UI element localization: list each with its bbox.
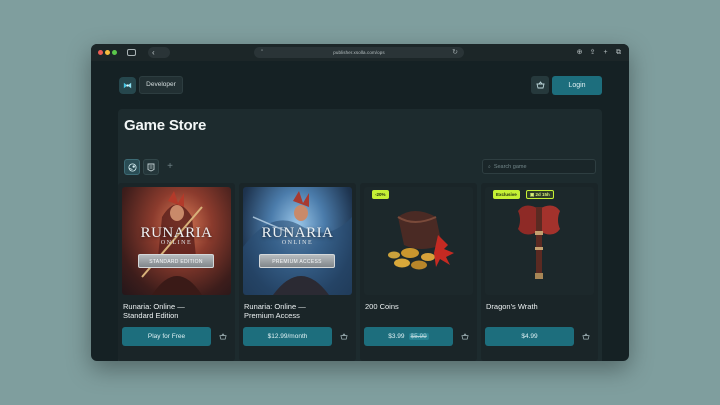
axe-artwork xyxy=(518,205,560,279)
epic-icon xyxy=(147,163,155,172)
search-input[interactable] xyxy=(493,163,589,170)
product-name-line: Runaria: Online — xyxy=(123,302,185,311)
old-price: $5.99 xyxy=(408,333,429,340)
basket-icon xyxy=(535,81,545,89)
xsolla-logo[interactable] xyxy=(119,77,136,94)
lock-icon: ▫ xyxy=(261,48,264,54)
steam-icon xyxy=(127,162,137,172)
search-box[interactable]: ⌕ xyxy=(482,159,596,174)
address-bar[interactable]: ▫ publisher.xsolla.com/ops ↻ xyxy=(254,47,464,58)
timer-text: 2d 15h xyxy=(535,192,550,197)
play-for-free-button[interactable]: Play for Free xyxy=(122,327,211,346)
product-name: Runaria: Online — Premium Access xyxy=(244,302,352,320)
download-icon[interactable]: ⊕ xyxy=(575,47,584,58)
page-title: Game Store xyxy=(124,117,207,134)
product-name-line: Premium Access xyxy=(244,311,300,320)
subscribe-button[interactable]: $12.99/month xyxy=(243,327,332,346)
buy-button[interactable]: $3.99 $5.99 xyxy=(364,327,453,346)
product-card[interactable]: -20% 200 Coins $3.99 $5.99 xyxy=(360,183,477,361)
product-card[interactable]: RUNARIA ONLINE STANDARD EDITION Runaria:… xyxy=(118,183,235,361)
steam-filter-button[interactable] xyxy=(124,159,140,175)
product-name-line: Runaria: Online — xyxy=(244,302,306,311)
login-button[interactable]: Login xyxy=(552,76,602,95)
minimize-window-button[interactable] xyxy=(105,50,110,55)
product-image[interactable]: RUNARIA ONLINE STANDARD EDITION xyxy=(122,187,231,295)
reload-icon[interactable]: ↻ xyxy=(452,48,458,56)
product-name: Dragon's Wrath xyxy=(486,302,594,311)
product-image[interactable]: Exclusive ▣ 2d 15h xyxy=(485,187,594,295)
browser-toolbar: ‹ ▫ publisher.xsolla.com/ops ↻ ⊕ ⇪ + ⧉ xyxy=(91,44,629,61)
basket-icon xyxy=(339,333,348,340)
back-button[interactable]: ‹ xyxy=(148,47,170,58)
basket-icon xyxy=(218,333,227,340)
url-text: publisher.xsolla.com/ops xyxy=(333,50,385,55)
add-to-cart-button[interactable] xyxy=(457,329,472,344)
timer-badge: ▣ 2d 15h xyxy=(526,190,554,199)
epic-filter-button[interactable] xyxy=(143,159,159,175)
product-card[interactable]: Exclusive ▣ 2d 15h Dragon's Wrath $4.99 xyxy=(481,183,598,361)
add-to-cart-button[interactable] xyxy=(215,329,230,344)
browser-actions: ⊕ ⇪ + ⧉ xyxy=(575,47,623,58)
edition-banner: PREMIUM ACCESS xyxy=(259,254,335,268)
basket-icon xyxy=(460,333,469,340)
coins-artwork xyxy=(388,211,454,270)
add-to-cart-button[interactable] xyxy=(336,329,351,344)
discount-badge: -20% xyxy=(372,190,389,199)
game-logo-subtitle: ONLINE xyxy=(281,240,314,246)
search-icon: ⌕ xyxy=(488,163,491,170)
add-to-cart-button[interactable] xyxy=(578,329,593,344)
game-store-panel: Game Store + ⌕ Search game RUNARIA ONLIN… xyxy=(118,109,602,361)
product-card[interactable]: RUNARIA ONLINE PREMIUM ACCESS Runaria: O… xyxy=(239,183,356,361)
product-name-line: Standard Edition xyxy=(123,311,179,320)
logo-icon xyxy=(123,82,132,89)
sidebar-toggle-icon[interactable] xyxy=(127,49,136,56)
close-window-button[interactable] xyxy=(98,50,103,55)
product-name-line: Dragon's Wrath xyxy=(486,302,538,311)
new-tab-icon[interactable]: + xyxy=(601,47,610,58)
product-image[interactable]: -20% xyxy=(364,187,473,295)
developer-button[interactable]: Developer xyxy=(139,76,183,94)
browser-window: ‹ ▫ publisher.xsolla.com/ops ↻ ⊕ ⇪ + ⧉ D… xyxy=(91,44,629,361)
product-name: Runaria: Online — Standard Edition xyxy=(123,302,231,320)
edition-banner: STANDARD EDITION xyxy=(138,254,214,268)
product-name-line: 200 Coins xyxy=(365,302,399,311)
share-icon[interactable]: ⇪ xyxy=(588,47,597,58)
basket-icon xyxy=(581,333,590,340)
tabs-overview-icon[interactable]: ⧉ xyxy=(614,47,623,58)
exclusive-badge: Exclusive xyxy=(493,190,520,199)
cart-button[interactable] xyxy=(531,76,549,94)
buy-button[interactable]: $4.99 xyxy=(485,327,574,346)
product-name: 200 Coins xyxy=(365,302,473,311)
product-image[interactable]: RUNARIA ONLINE PREMIUM ACCESS xyxy=(243,187,352,295)
game-logo-subtitle: ONLINE xyxy=(160,240,193,246)
price: $3.99 xyxy=(388,333,405,340)
maximize-window-button[interactable] xyxy=(112,50,117,55)
add-platform-button[interactable]: + xyxy=(162,159,178,175)
